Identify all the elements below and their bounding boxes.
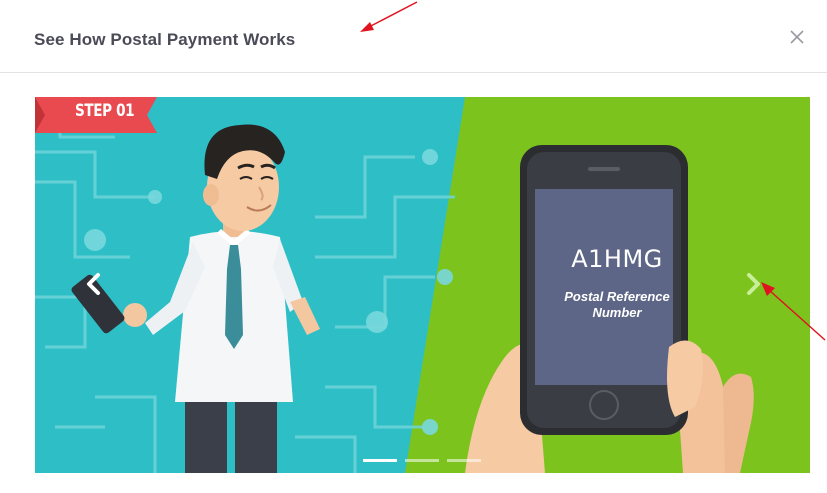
indicator-slide-2[interactable] [405,459,439,462]
modal-header: See How Postal Payment Works [0,0,827,73]
step-label: STEP 01 [75,101,135,121]
indicator-slide-3[interactable] [447,459,481,462]
modal-title: See How Postal Payment Works [34,30,296,49]
carousel-prev-button[interactable] [81,269,107,299]
reference-caption: Postal Reference Number [564,289,670,320]
slide-illustration [35,97,810,473]
carousel-next-button[interactable] [740,269,766,299]
close-icon [790,30,804,44]
postal-payment-modal: See How Postal Payment Works STEP 01 A1H… [0,0,827,493]
reference-code: A1HMG [571,245,663,273]
tutorial-carousel: STEP 01 A1HMG Postal Reference Number [35,97,810,473]
step-ribbon: STEP 01 [35,97,165,133]
carousel-indicators [363,459,481,465]
chevron-right-icon [747,273,760,295]
close-button[interactable] [784,24,810,50]
chevron-left-icon [87,273,100,295]
indicator-slide-1[interactable] [363,459,397,462]
